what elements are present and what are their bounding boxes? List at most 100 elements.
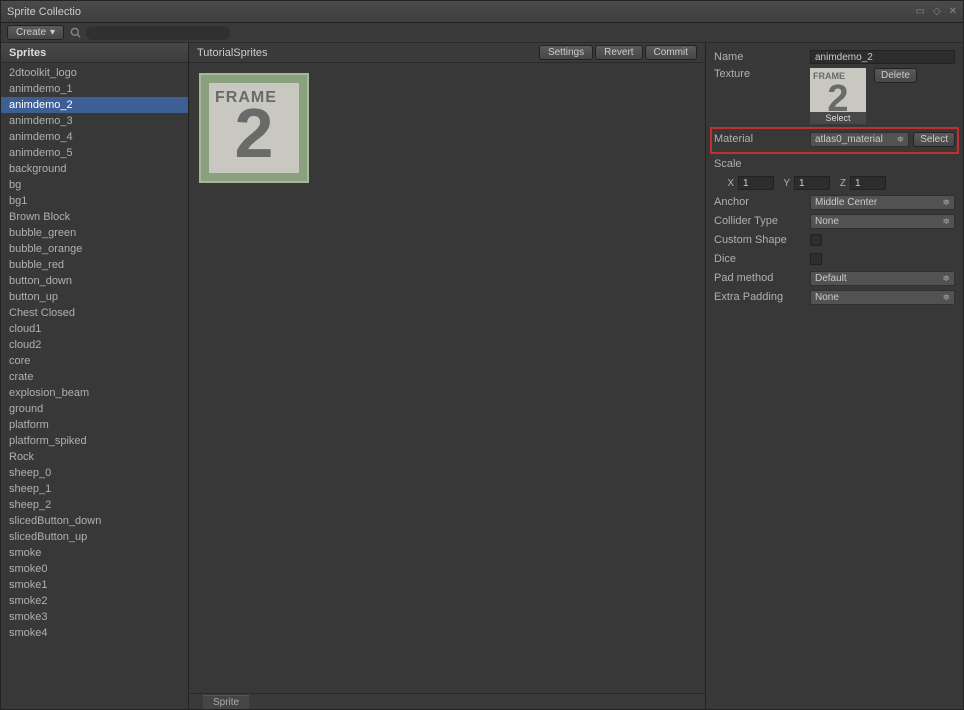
list-item[interactable]: smoke2 (1, 593, 188, 609)
list-item[interactable]: bg (1, 177, 188, 193)
list-item[interactable]: sheep_2 (1, 497, 188, 513)
close-icon[interactable]: ✕ (949, 6, 957, 17)
list-item[interactable]: animdemo_3 (1, 113, 188, 129)
sidebar: Sprites 2dtoolkit_logoanimdemo_1animdemo… (1, 43, 189, 709)
list-item[interactable]: smoke0 (1, 561, 188, 577)
collection-title: TutorialSprites (197, 47, 539, 59)
texture-frame-label: FRAME (813, 71, 845, 81)
settings-button[interactable]: Settings (539, 45, 593, 60)
dropdown-icon: ▾ (50, 27, 55, 38)
name-label: Name (714, 51, 810, 63)
delete-button[interactable]: Delete (874, 68, 917, 83)
anchor-dropdown[interactable]: Middle Center (810, 195, 955, 210)
list-item[interactable]: platform (1, 417, 188, 433)
list-item[interactable]: explosion_beam (1, 385, 188, 401)
name-row: Name (714, 49, 955, 65)
material-highlight: Material atlas0_material Select (710, 127, 959, 154)
list-item[interactable]: cloud1 (1, 321, 188, 337)
list-item[interactable]: smoke4 (1, 625, 188, 641)
toolbar: Create ▾ (1, 23, 963, 43)
scale-x-input[interactable] (738, 176, 774, 190)
scale-label: Scale (714, 158, 810, 170)
sprite-tab[interactable]: Sprite (203, 695, 249, 709)
revert-button[interactable]: Revert (595, 45, 642, 60)
window-header: Sprite Collectio ▭ ◇ ✕ (1, 1, 963, 23)
pad-method-row: Pad method Default (714, 270, 955, 286)
create-button[interactable]: Create ▾ (7, 25, 64, 40)
material-dropdown[interactable]: atlas0_material (810, 132, 909, 147)
texture-number: 2 (827, 84, 848, 114)
list-item[interactable]: sheep_0 (1, 465, 188, 481)
custom-shape-checkbox[interactable] (810, 234, 822, 246)
dice-checkbox[interactable] (810, 253, 822, 265)
collider-row: Collider Type None (714, 213, 955, 229)
search-input[interactable] (86, 26, 230, 40)
list-item[interactable]: smoke (1, 545, 188, 561)
list-item[interactable]: platform_spiked (1, 433, 188, 449)
main-content: Sprites 2dtoolkit_logoanimdemo_1animdemo… (1, 43, 963, 709)
window-title: Sprite Collectio (7, 6, 915, 18)
minimize-icon[interactable]: ▭ (915, 6, 924, 17)
list-item[interactable]: button_up (1, 289, 188, 305)
thumbnail-image: FRAME 2 (209, 83, 299, 173)
thumb-number: 2 (235, 105, 274, 161)
sidebar-header: Sprites (1, 43, 188, 63)
texture-label: Texture (714, 68, 810, 80)
dice-label: Dice (714, 253, 810, 265)
list-item[interactable]: ground (1, 401, 188, 417)
scale-y-input[interactable] (794, 176, 830, 190)
bottom-tab-bar: Sprite (189, 693, 705, 709)
scale-row: X Y Z (714, 175, 955, 191)
center-panel: TutorialSprites Settings Revert Commit F… (189, 43, 705, 709)
extra-padding-row: Extra Padding None (714, 289, 955, 305)
list-item[interactable]: Chest Closed (1, 305, 188, 321)
list-item[interactable]: bubble_green (1, 225, 188, 241)
x-label: X (722, 178, 734, 189)
collider-label: Collider Type (714, 215, 810, 227)
list-item[interactable]: bubble_red (1, 257, 188, 273)
extra-padding-dropdown[interactable]: None (810, 290, 955, 305)
list-item[interactable]: Brown Block (1, 209, 188, 225)
search-icon[interactable] (68, 26, 82, 40)
custom-shape-row: Custom Shape (714, 232, 955, 248)
list-item[interactable]: sheep_1 (1, 481, 188, 497)
list-item[interactable]: core (1, 353, 188, 369)
collider-dropdown[interactable]: None (810, 214, 955, 229)
thumb-frame-label: FRAME (215, 89, 277, 107)
list-item[interactable]: Rock (1, 449, 188, 465)
preview-area[interactable]: FRAME 2 (189, 63, 705, 693)
name-input[interactable] (810, 50, 955, 64)
properties-panel: Name Texture FRAME 2 Select Delete Mater… (705, 43, 963, 709)
list-item[interactable]: smoke3 (1, 609, 188, 625)
commit-button[interactable]: Commit (645, 45, 697, 60)
texture-select-overlay[interactable]: Select (810, 112, 866, 124)
list-item[interactable]: crate (1, 369, 188, 385)
sprite-list[interactable]: 2dtoolkit_logoanimdemo_1animdemo_2animde… (1, 63, 188, 709)
center-header: TutorialSprites Settings Revert Commit (189, 43, 705, 63)
list-item[interactable]: cloud2 (1, 337, 188, 353)
sprite-thumbnail[interactable]: FRAME 2 (199, 73, 309, 183)
list-item[interactable]: 2dtoolkit_logo (1, 65, 188, 81)
create-label: Create (16, 27, 46, 38)
texture-row: Texture FRAME 2 Select Delete (714, 68, 955, 124)
material-label: Material (714, 133, 810, 145)
list-item[interactable]: animdemo_4 (1, 129, 188, 145)
list-item[interactable]: button_down (1, 273, 188, 289)
z-label: Z (834, 178, 846, 189)
texture-thumbnail[interactable]: FRAME 2 Select (810, 68, 866, 124)
list-item[interactable]: animdemo_2 (1, 97, 188, 113)
pad-method-dropdown[interactable]: Default (810, 271, 955, 286)
list-item[interactable]: smoke1 (1, 577, 188, 593)
list-item[interactable]: background (1, 161, 188, 177)
window-controls: ▭ ◇ ✕ (915, 6, 957, 17)
list-item[interactable]: slicedButton_down (1, 513, 188, 529)
list-item[interactable]: bubble_orange (1, 241, 188, 257)
list-item[interactable]: bg1 (1, 193, 188, 209)
material-select-button[interactable]: Select (913, 132, 955, 147)
anchor-row: Anchor Middle Center (714, 194, 955, 210)
list-item[interactable]: animdemo_1 (1, 81, 188, 97)
maximize-icon[interactable]: ◇ (933, 6, 941, 17)
scale-z-input[interactable] (850, 176, 886, 190)
list-item[interactable]: slicedButton_up (1, 529, 188, 545)
list-item[interactable]: animdemo_5 (1, 145, 188, 161)
